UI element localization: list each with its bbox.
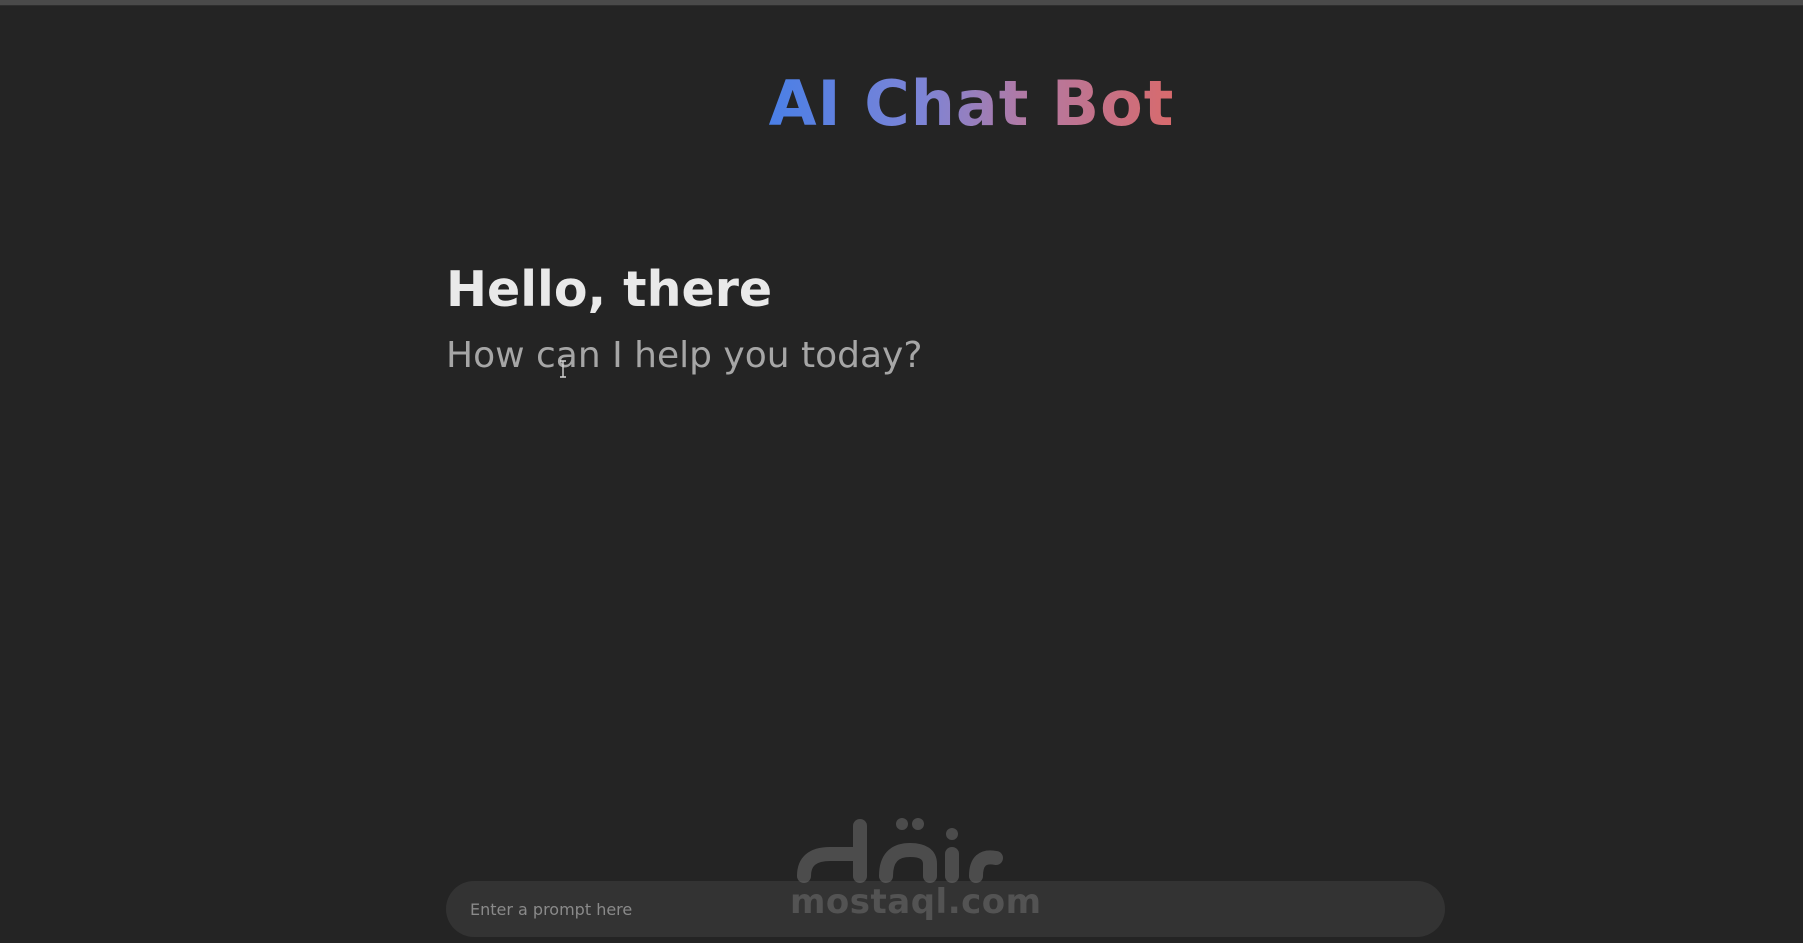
app-title: AI Chat Bot	[0, 62, 1803, 146]
window-top-border	[0, 0, 1803, 6]
text-cursor-icon	[558, 360, 568, 378]
watermark-logo	[797, 818, 1003, 883]
greeting-subtitle: How can I help you today?	[446, 335, 923, 376]
app-title-text: AI Chat Bot	[768, 67, 1175, 140]
watermark: mostaql.com	[790, 814, 1042, 924]
greeting-heading: Hello, there	[446, 261, 773, 318]
watermark-text: mostaql.com	[790, 882, 1042, 922]
